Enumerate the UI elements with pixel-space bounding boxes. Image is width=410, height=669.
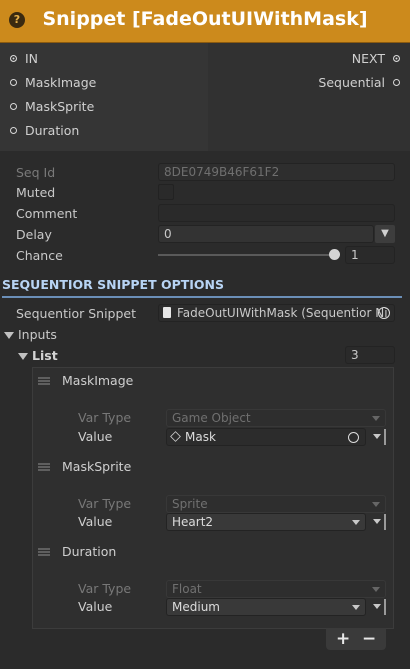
var-type-label: Var Type bbox=[78, 581, 132, 596]
section-title: SEQUENTIOR SNIPPET OPTIONS bbox=[2, 277, 225, 292]
value-menu-arrow-icon[interactable] bbox=[372, 428, 382, 446]
var-type-select: Game Object bbox=[166, 409, 386, 427]
value-select[interactable]: Medium bbox=[166, 598, 366, 616]
port-dot-icon[interactable] bbox=[10, 102, 17, 110]
list-item: MaskSprite Var Type Sprite Value Heart2 bbox=[0, 457, 410, 537]
chance-slider-handle[interactable] bbox=[329, 249, 340, 260]
comment-field[interactable] bbox=[158, 204, 395, 222]
seq-id-field: 8DE0749B46F61F2 bbox=[158, 163, 395, 181]
comment-label: Comment bbox=[16, 205, 78, 221]
snippet-label: Sequentior Snippet bbox=[16, 305, 137, 321]
item-name: MaskSprite bbox=[62, 459, 132, 474]
port-in[interactable]: IN bbox=[0, 46, 208, 70]
comment-row: Comment bbox=[0, 203, 410, 223]
port-dot-icon[interactable] bbox=[393, 78, 400, 86]
item-name: Duration bbox=[62, 544, 117, 559]
port-maskimage[interactable]: MaskImage bbox=[0, 70, 208, 94]
port-dot-icon[interactable] bbox=[393, 54, 400, 62]
delay-row: Delay 0 ▼ bbox=[0, 224, 410, 244]
seq-id-row: Seq Id 8DE0749B46F61F2 bbox=[0, 162, 410, 182]
divider bbox=[384, 599, 386, 615]
delay-field[interactable]: 0 bbox=[158, 225, 374, 243]
divider bbox=[384, 514, 386, 530]
list-footer: + − bbox=[326, 628, 386, 650]
gameobject-icon bbox=[170, 431, 181, 442]
port-masksprite[interactable]: MaskSprite bbox=[0, 94, 208, 118]
chevron-down-icon bbox=[352, 605, 360, 610]
chevron-down-icon bbox=[372, 416, 380, 421]
output-ports: NEXT Sequential bbox=[210, 46, 410, 94]
port-dot-icon[interactable] bbox=[10, 126, 17, 134]
port-next[interactable]: NEXT bbox=[210, 46, 410, 70]
object-picker-icon[interactable] bbox=[348, 432, 359, 443]
value-object-field[interactable]: Mask bbox=[166, 428, 366, 446]
seq-id-label: Seq Id bbox=[16, 164, 56, 180]
muted-label: Muted bbox=[16, 184, 56, 200]
muted-checkbox[interactable] bbox=[158, 184, 174, 200]
delay-dropdown-button[interactable]: ▼ bbox=[375, 225, 395, 243]
add-item-button[interactable]: + bbox=[336, 628, 350, 650]
port-sequential[interactable]: Sequential bbox=[210, 70, 410, 94]
chance-label: Chance bbox=[16, 247, 63, 263]
chevron-down-icon bbox=[372, 587, 380, 592]
value-label: Value bbox=[78, 514, 113, 529]
chance-row: Chance 1 bbox=[0, 245, 410, 265]
delay-label: Delay bbox=[16, 226, 52, 242]
object-picker-icon[interactable] bbox=[378, 307, 390, 319]
value-label: Value bbox=[78, 429, 113, 444]
node-header: ? Snippet [FadeOutUIWithMask] bbox=[0, 0, 410, 43]
chevron-down-icon bbox=[372, 502, 380, 507]
port-dot-icon[interactable] bbox=[10, 54, 17, 62]
value-select[interactable]: Heart2 bbox=[166, 513, 366, 531]
chance-field[interactable]: 1 bbox=[345, 246, 395, 264]
drag-handle-icon[interactable] bbox=[38, 377, 50, 385]
value-label: Value bbox=[78, 599, 113, 614]
remove-item-button[interactable]: − bbox=[362, 628, 376, 650]
port-dot-icon[interactable] bbox=[10, 78, 17, 86]
item-name: MaskImage bbox=[62, 373, 134, 388]
chevron-down-icon bbox=[352, 520, 360, 525]
var-type-select: Sprite bbox=[166, 495, 386, 513]
snippet-row: Sequentior Snippet FadeOutUIWithMask (Se… bbox=[0, 303, 410, 323]
list-item: Duration Var Type Float Value Medium bbox=[0, 542, 410, 622]
divider bbox=[384, 429, 386, 445]
foldout-arrow-icon bbox=[4, 331, 14, 339]
value-menu-arrow-icon[interactable] bbox=[372, 598, 382, 616]
node-title: Snippet [FadeOutUIWithMask] bbox=[42, 8, 368, 30]
drag-handle-icon[interactable] bbox=[38, 548, 50, 556]
snippet-field[interactable]: FadeOutUIWithMask (Sequentior Ni bbox=[158, 304, 395, 322]
drag-handle-icon[interactable] bbox=[38, 463, 50, 471]
snippet-value: FadeOutUIWithMask (Sequentior Ni bbox=[177, 306, 388, 320]
asset-icon bbox=[163, 307, 171, 318]
inputs-foldout[interactable]: Inputs bbox=[4, 327, 57, 342]
list-row: List 3 bbox=[0, 345, 410, 365]
input-ports: IN MaskImage MaskSprite Duration bbox=[0, 43, 208, 151]
list-count-field[interactable]: 3 bbox=[345, 346, 395, 364]
var-type-label: Var Type bbox=[78, 410, 132, 425]
muted-row: Muted bbox=[0, 182, 410, 202]
inputs-row[interactable]: Inputs bbox=[0, 324, 410, 344]
list-foldout[interactable]: List bbox=[18, 348, 58, 363]
var-type-label: Var Type bbox=[78, 496, 132, 511]
list-item: MaskImage Var Type Game Object Value Mas… bbox=[0, 371, 410, 451]
chance-slider-track[interactable] bbox=[158, 254, 336, 256]
foldout-arrow-icon bbox=[18, 352, 28, 360]
var-type-select: Float bbox=[166, 580, 386, 598]
value-menu-arrow-icon[interactable] bbox=[372, 513, 382, 531]
section-divider bbox=[2, 296, 402, 298]
port-duration[interactable]: Duration bbox=[0, 118, 208, 142]
ports-panel: IN MaskImage MaskSprite Duration NEXT Se… bbox=[0, 43, 410, 151]
